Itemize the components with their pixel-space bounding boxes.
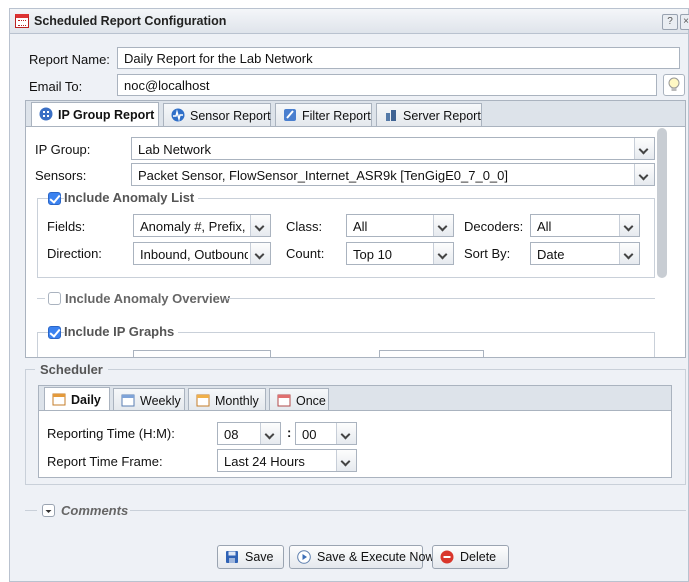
scheduler-label: Scheduler [40,362,103,377]
divider [25,369,35,370]
panel-scrollbar[interactable] [657,128,667,278]
anomaly-overview-label: Include Anomaly Overview [65,291,230,306]
tab-ip-group-report[interactable]: IP Group Report [31,102,159,127]
divider [37,298,45,299]
divider [685,369,686,485]
tab-server-report[interactable]: Server Report [376,103,482,127]
class-label: Class: [286,219,323,234]
window-title: Scheduled Report Configuration [34,14,227,28]
minute-select[interactable]: 00 [295,422,357,445]
count-label: Count: [286,246,325,261]
tab-monthly[interactable]: Monthly [188,388,266,412]
clipped-select [379,350,484,357]
email-to-input[interactable]: noc@localhost [117,74,657,96]
class-select[interactable]: All [346,214,454,237]
sensors-select[interactable]: Packet Sensor, FlowSensor_Internet_ASR9k… [131,163,655,186]
play-icon [297,550,311,564]
decoders-select[interactable]: All [530,214,640,237]
ip-group-select[interactable]: Lab Network [131,137,655,160]
sensor-icon [171,108,185,122]
tab-weekly[interactable]: Weekly [113,388,185,412]
report-name-input[interactable]: Daily Report for the Lab Network [117,47,680,69]
chevron-down-icon [45,510,52,513]
direction-label: Direction: [47,246,102,261]
chevron-down-icon [250,215,270,236]
comments-toggle[interactable] [42,504,55,517]
floppy-disk-icon [226,551,238,563]
calendar-icon [196,394,210,407]
lightbulb-button[interactable] [663,74,685,96]
reporting-time-label: Reporting Time (H:M): [47,426,175,441]
chevron-down-icon [433,243,453,264]
decoders-label: Decoders: [464,219,524,234]
filter-icon [284,109,296,121]
chevron-down-icon [619,243,639,264]
tab-daily[interactable]: Daily [44,387,110,412]
direction-select[interactable]: Inbound, Outbound [133,242,271,265]
calendar-icon [15,14,29,28]
fields-select[interactable]: Anomaly #, Prefix, I [133,214,271,237]
chevron-down-icon [336,450,356,471]
title-bar: Scheduled Report Configuration ? × [10,9,689,34]
email-to-label: Email To: [29,79,83,94]
sensors-label: Sensors: [35,168,87,183]
tab-filter-report[interactable]: Filter Report [275,103,372,127]
divider [226,298,655,299]
divider [130,510,686,511]
chevron-down-icon [260,423,280,444]
time-frame-label: Report Time Frame: [47,454,163,469]
server-icon [386,110,396,121]
chevron-down-icon [619,215,639,236]
calendar-icon [52,393,66,406]
help-button[interactable]: ? [662,14,678,30]
chevron-down-icon [336,423,356,444]
chevron-down-icon [433,215,453,236]
tab-sensor-report[interactable]: Sensor Report [163,103,271,127]
report-name-label: Report Name: [29,52,110,67]
ip-graphs-checkbox[interactable] [48,326,61,339]
ip-group-icon [39,107,53,121]
ip-graphs-label: Include IP Graphs [64,324,179,339]
anomaly-list-label: Include Anomaly List [64,190,199,205]
anomaly-overview-checkbox[interactable] [48,292,61,305]
chevron-down-icon [634,164,654,185]
lightbulb-icon [668,77,680,91]
close-button[interactable]: × [680,14,689,30]
sort-by-label: Sort By: [464,246,511,261]
anomaly-list-checkbox[interactable] [48,192,61,205]
delete-icon [440,550,454,564]
divider [25,510,37,511]
time-frame-select[interactable]: Last 24 Hours [217,449,357,472]
clipped-select [133,350,271,357]
save-execute-button[interactable]: Save & Execute Now [289,545,434,569]
sort-by-select[interactable]: Date [530,242,640,265]
calendar-icon [277,394,291,407]
comments-label: Comments [61,503,129,518]
divider [25,484,686,485]
count-select[interactable]: Top 10 [346,242,454,265]
anomaly-list-group [37,198,655,278]
delete-button[interactable]: Delete [432,545,509,569]
save-button[interactable]: Save [217,545,284,569]
chevron-down-icon [634,138,654,159]
fields-label: Fields: [47,219,86,234]
divider [25,369,26,485]
chevron-down-icon [250,243,270,264]
time-separator: : [287,425,292,440]
hour-select[interactable]: 08 [217,422,281,445]
tab-once[interactable]: Once [269,388,329,412]
calendar-icon [121,394,135,407]
divider [108,369,686,370]
ip-group-label: IP Group: [35,142,91,157]
